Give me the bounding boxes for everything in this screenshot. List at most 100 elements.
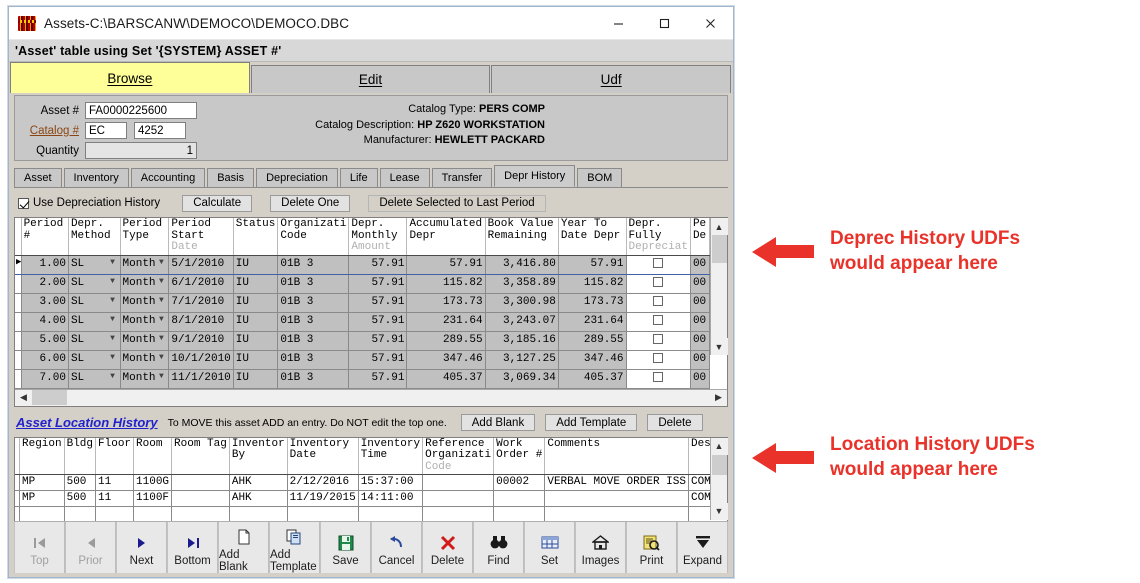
- chevron-down-icon[interactable]: ▼: [155, 295, 167, 307]
- table-cell[interactable]: 10/1/2010: [169, 350, 233, 369]
- table-cell[interactable]: 01B 3: [278, 331, 349, 350]
- subtab-asset[interactable]: Asset: [14, 168, 62, 187]
- table-cell[interactable]: 3,243.07: [485, 312, 558, 331]
- table-cell[interactable]: [626, 255, 690, 274]
- table-row[interactable]: [15, 507, 710, 522]
- chevron-down-icon[interactable]: ▼: [155, 257, 167, 269]
- table-cell[interactable]: VERBAL MOVE ORDER ISS: [545, 475, 689, 491]
- table-cell[interactable]: IU: [233, 331, 278, 350]
- column-header[interactable]: Year ToDate Depr: [558, 218, 626, 255]
- table-cell[interactable]: 231.64: [407, 312, 485, 331]
- table-cell[interactable]: 57.91: [349, 312, 407, 331]
- column-header[interactable]: Region: [20, 438, 65, 475]
- table-cell[interactable]: SL▼: [68, 293, 120, 312]
- table-cell[interactable]: [423, 475, 494, 491]
- loc-delete-button[interactable]: Delete: [647, 414, 702, 431]
- column-header[interactable]: PeriodType: [120, 218, 169, 255]
- chevron-down-icon[interactable]: ▼: [155, 371, 167, 383]
- table-cell[interactable]: SL▼: [68, 274, 120, 293]
- table-cell[interactable]: 405.37: [407, 369, 485, 388]
- table-cell[interactable]: 11/1/2010: [169, 369, 233, 388]
- scroll-right-icon[interactable]: ▶: [710, 389, 727, 406]
- table-cell[interactable]: [358, 507, 422, 522]
- asset-number-input[interactable]: [85, 102, 197, 119]
- delete-selected-to-last-period-button[interactable]: Delete Selected to Last Period: [368, 195, 545, 212]
- table-cell[interactable]: 3,127.25: [485, 350, 558, 369]
- loc-vertical-scrollbar[interactable]: ▲ ▼: [710, 438, 727, 520]
- table-cell[interactable]: 2.00: [21, 274, 68, 293]
- toolbar-button-print[interactable]: Print: [626, 522, 677, 573]
- table-cell[interactable]: IU: [233, 312, 278, 331]
- table-cell[interactable]: 8/1/2010: [169, 312, 233, 331]
- toolbar-button-add-blank[interactable]: Add Blank: [218, 522, 269, 573]
- table-cell[interactable]: [172, 491, 230, 507]
- chevron-down-icon[interactable]: ▼: [107, 314, 119, 326]
- row-marker[interactable]: [15, 312, 21, 331]
- depr-fully-checkbox[interactable]: [653, 334, 663, 344]
- column-header[interactable]: InventoryTime: [358, 438, 422, 475]
- delete-one-button[interactable]: Delete One: [270, 195, 350, 212]
- table-cell[interactable]: 00: [690, 274, 709, 293]
- table-cell[interactable]: 173.73: [558, 293, 626, 312]
- table-cell[interactable]: 3,358.89: [485, 274, 558, 293]
- table-cell[interactable]: IU: [233, 293, 278, 312]
- toolbar-button-set[interactable]: Set: [524, 522, 575, 573]
- column-header[interactable]: Depr.MonthlyAmount: [349, 218, 407, 255]
- depr-horizontal-scrollbar[interactable]: ◀ ▶: [15, 389, 727, 406]
- row-marker[interactable]: [15, 491, 20, 507]
- table-cell[interactable]: [626, 369, 690, 388]
- depr-fully-checkbox[interactable]: [653, 315, 663, 325]
- table-cell[interactable]: 00: [690, 369, 709, 388]
- tab-edit[interactable]: Edit: [251, 65, 491, 93]
- table-cell[interactable]: [64, 507, 95, 522]
- toolbar-button-expand[interactable]: Expand: [677, 522, 728, 573]
- column-header[interactable]: Room: [134, 438, 172, 475]
- table-cell[interactable]: IU: [233, 274, 278, 293]
- table-cell[interactable]: 9/1/2010: [169, 331, 233, 350]
- column-header[interactable]: Depr.Method: [68, 218, 120, 255]
- table-cell[interactable]: 500: [64, 475, 95, 491]
- table-cell[interactable]: [626, 350, 690, 369]
- table-cell[interactable]: SL▼: [68, 255, 120, 274]
- table-cell[interactable]: 289.55: [558, 331, 626, 350]
- chevron-down-icon[interactable]: ▼: [155, 276, 167, 288]
- table-cell[interactable]: Month▼: [120, 274, 169, 293]
- table-cell[interactable]: 1.00: [21, 255, 68, 274]
- column-header[interactable]: AccumulatedDepr: [407, 218, 485, 255]
- column-header[interactable]: Status: [233, 218, 278, 255]
- table-cell[interactable]: 7/1/2010: [169, 293, 233, 312]
- subtab-transfer[interactable]: Transfer: [432, 168, 493, 187]
- table-cell[interactable]: 15:37:00: [358, 475, 422, 491]
- scroll-down-icon[interactable]: ▼: [711, 338, 728, 355]
- table-cell[interactable]: 57.91: [349, 255, 407, 274]
- table-cell[interactable]: 11: [96, 475, 134, 491]
- toolbar-button-next[interactable]: Next: [116, 522, 167, 573]
- table-cell[interactable]: 57.91: [349, 350, 407, 369]
- table-cell[interactable]: [626, 331, 690, 350]
- column-header[interactable]: WorkOrder #: [494, 438, 545, 475]
- table-cell[interactable]: [96, 507, 134, 522]
- table-cell[interactable]: 00: [690, 312, 709, 331]
- table-cell[interactable]: 57.91: [349, 369, 407, 388]
- column-header[interactable]: PeriodStartDate: [169, 218, 233, 255]
- catalog-number-link-label[interactable]: Catalog #: [23, 125, 85, 137]
- table-cell[interactable]: SL▼: [68, 350, 120, 369]
- table-row[interactable]: 5.00SL▼Month▼9/1/2010IU01B 357.91289.553…: [15, 331, 710, 350]
- asset-location-history-title[interactable]: Asset Location History: [16, 415, 158, 430]
- table-cell[interactable]: 500: [64, 491, 95, 507]
- table-cell[interactable]: 5/1/2010: [169, 255, 233, 274]
- subtab-accounting[interactable]: Accounting: [131, 168, 205, 187]
- toolbar-button-images[interactable]: Images: [575, 522, 626, 573]
- catalog-number-input[interactable]: [134, 122, 186, 139]
- column-header[interactable]: InventoryDate: [287, 438, 358, 475]
- column-header[interactable]: OrganizatiCode: [278, 218, 349, 255]
- table-cell[interactable]: 4.00: [21, 312, 68, 331]
- column-header[interactable]: Comments: [545, 438, 689, 475]
- row-marker[interactable]: [15, 293, 21, 312]
- toolbar-button-save[interactable]: Save: [320, 522, 371, 573]
- table-cell[interactable]: [494, 491, 545, 507]
- table-cell[interactable]: 1100G: [134, 475, 172, 491]
- table-cell[interactable]: 57.91: [558, 255, 626, 274]
- table-cell[interactable]: [134, 507, 172, 522]
- table-cell[interactable]: 115.82: [407, 274, 485, 293]
